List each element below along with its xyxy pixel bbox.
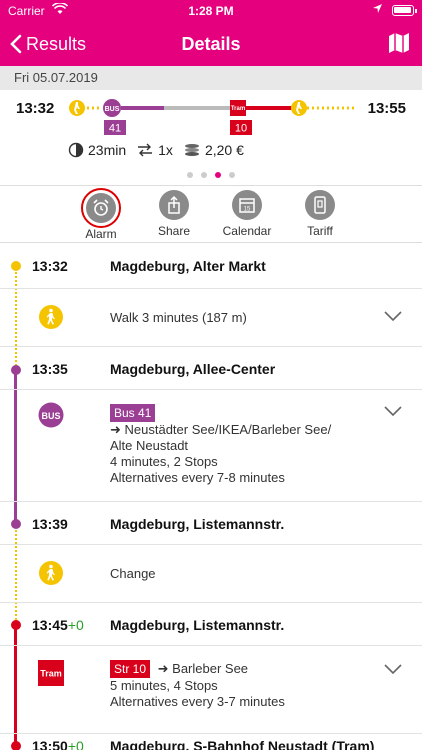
stop-time: 13:39 [32,516,68,532]
nav-bar: Results Details [0,22,422,66]
svg-text:15: 15 [244,207,251,213]
stop-row[interactable]: 13:35 Magdeburg, Allee-Center [0,347,422,390]
page-dot[interactable] [229,172,235,178]
share-button[interactable]: Share [139,190,209,238]
bus-icon: BUS [38,402,64,428]
stop-row[interactable]: 13:45+0 Magdeburg, Listemannstr. [0,603,422,646]
share-icon [159,190,189,220]
page-title: Details [181,34,241,54]
walk-description: Walk 3 minutes (187 m) [110,310,247,325]
alarm-label: Alarm [85,227,117,241]
walk-icon [39,561,63,585]
share-label: Share [157,224,191,238]
action-bar: Alarm Share 15 Calendar Tariff [0,185,422,243]
changes-stat: 1x [136,142,173,158]
duration-icon [68,142,84,158]
stop-time: 13:32 [32,258,68,274]
date-bar: Fri 05.07.2019 [0,66,422,90]
stop-time: 13:45+0 [32,617,84,633]
app-header: Carrier 1:28 PM Results Details [0,0,422,66]
tram-icon-label: Tram [231,106,245,112]
trip-summary[interactable]: 13:32 13:55 BUS Tram 41 10 23min 1x 2,20… [0,90,422,185]
page-dot[interactable] [187,172,193,178]
bus-duration: 4 minutes, 2 Stops [110,454,218,469]
battery-icon [392,5,417,16]
bus-details: Bus 41 ➜ Neustädter See/IKEA/Barleber Se… [110,404,331,486]
stop-name: Magdeburg, S-Bahnhof Neustadt (Tram) [110,738,375,750]
tram-icon: Tram [38,660,64,686]
page-dot-active[interactable] [215,172,221,178]
stop-time-value: 13:50 [32,738,68,750]
tram-details: Str 10 ➜ Barleber See 5 minutes, 4 Stops… [110,660,285,710]
alarm-button[interactable]: Alarm [66,188,136,241]
bus-direction-line1: ➜ Neustädter See/IKEA/Barleber See/ [110,422,332,437]
chevron-down-icon[interactable] [384,406,402,417]
status-bar: Carrier 1:28 PM [0,0,422,22]
stop-time: 13:50+0 [32,738,84,750]
change-row[interactable]: Change [0,545,422,603]
bus-icon-label: BUS [41,411,60,421]
changes-value: 1x [158,142,173,158]
stop-name: Magdeburg, Alter Markt [110,258,266,274]
page-dot[interactable] [201,172,207,178]
tariff-label: Tariff [307,224,333,238]
tram-direction: ➜ Barleber See [157,661,249,676]
bus-direction-line2: Alte Neustadt [110,438,189,453]
alarm-clock-icon [86,193,116,223]
chevron-down-icon[interactable] [384,311,402,322]
tariff-icon [305,190,335,220]
duration-value: 23min [88,142,127,158]
stop-row[interactable]: 13:39 Magdeburg, Listemannstr. [0,502,422,545]
bus-line-badge: Bus 41 [110,404,156,422]
calendar-icon: 15 [232,190,262,220]
tram-leg-row[interactable]: Tram Str 10 ➜ Barleber See 5 minutes, 4 … [0,646,422,734]
stop-delay: +0 [67,617,84,633]
walk-leg-row[interactable]: Walk 3 minutes (187 m) [0,289,422,347]
tram-duration: 5 minutes, 4 Stops [110,678,218,693]
stop-name: Magdeburg, Allee-Center [110,361,276,377]
map-icon [389,33,409,53]
price-value: 2,20 € [204,142,244,158]
stop-name: Magdeburg, Listemannstr. [110,617,285,633]
stop-row[interactable]: 13:50+0 Magdeburg, S-Bahnhof Neustadt (T… [0,734,422,750]
tariff-button[interactable]: Tariff [285,190,355,238]
duration-stat: 23min [68,142,126,158]
calendar-button[interactable]: 15 Calendar [212,190,282,238]
bus-line-number: 41 [109,123,121,135]
route-overview: BUS Tram 41 10 [69,99,354,135]
walk-icon [39,305,63,329]
clock: 1:28 PM [188,4,234,18]
bus-alternatives: Alternatives every 7-8 minutes [110,470,285,485]
tram-line-badge: Str 10 [110,660,151,678]
departure-time: 13:32 [16,100,55,117]
tram-alternatives: Alternatives every 3-7 minutes [110,694,285,709]
stop-delay: +0 [67,738,84,750]
calendar-label: Calendar [222,224,272,238]
arrival-time: 13:55 [367,100,406,117]
stop-name: Magdeburg, Listemannstr. [110,516,285,532]
bus-icon-label: BUS [105,106,120,113]
chevron-down-icon[interactable] [384,664,402,675]
stop-time: 13:35 [32,361,68,377]
tram-icon-label: Tram [40,669,62,679]
map-button[interactable] [388,32,410,59]
trip-stats: 23min 1x 2,20 € [68,142,254,158]
stop-row[interactable]: 13:32 Magdeburg, Alter Markt [0,243,422,289]
transfer-icon [138,143,153,157]
location-arrow-icon [372,3,383,17]
change-label: Change [110,566,156,581]
tram-line-number: 10 [235,123,247,135]
bus-leg-row[interactable]: BUS Bus 41 ➜ Neustädter See/IKEA/Barlebe… [0,390,422,502]
page-indicator[interactable] [0,172,422,178]
coins-icon [184,144,199,156]
price-stat: 2,20 € [183,142,244,158]
stop-time-value: 13:45 [32,617,68,633]
